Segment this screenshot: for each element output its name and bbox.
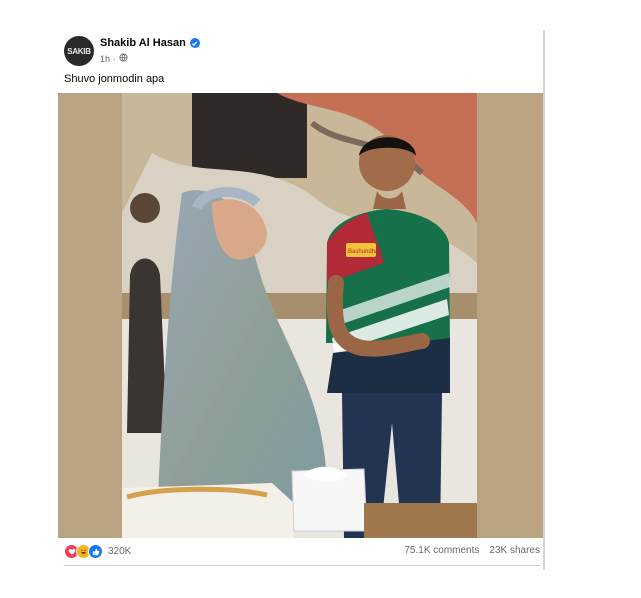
avatar-logo-text: SAKIB [67,46,91,56]
meta-separator: · [113,53,117,64]
post-meta: 1h · [100,53,128,64]
post-footer: 320K 75.1K comments 23K shares [64,542,540,560]
reaction-summary[interactable]: 320K [64,544,131,559]
globe-icon [119,53,128,64]
photo-container[interactable]: Bashundhara [58,93,545,538]
post-card: SAKIB Shakib Al Hasan 1h · Shuvo jonmodi… [58,28,545,572]
post-caption: Shuvo jonmodin apa [64,73,165,85]
reaction-count[interactable]: 320K [108,546,131,557]
post-photo[interactable]: Bashundhara [122,93,477,538]
like-reaction-icon [88,544,103,559]
author-name[interactable]: Shakib Al Hasan [100,37,186,49]
post-time[interactable]: 1h [100,54,110,64]
share-count[interactable]: 23K shares [489,545,540,556]
footer-divider [64,565,540,566]
jersey-sponsor-text: Bashundhara [348,249,384,255]
comment-count[interactable]: 75.1K comments [404,545,479,556]
author-avatar[interactable]: SAKIB [64,36,94,66]
window-edge [543,30,545,570]
author-name-row[interactable]: Shakib Al Hasan [100,37,200,49]
verified-badge-icon [189,38,200,48]
engagement-stats: 75.1K comments 23K shares [404,545,540,556]
post-header: SAKIB Shakib Al Hasan 1h · [64,36,534,70]
